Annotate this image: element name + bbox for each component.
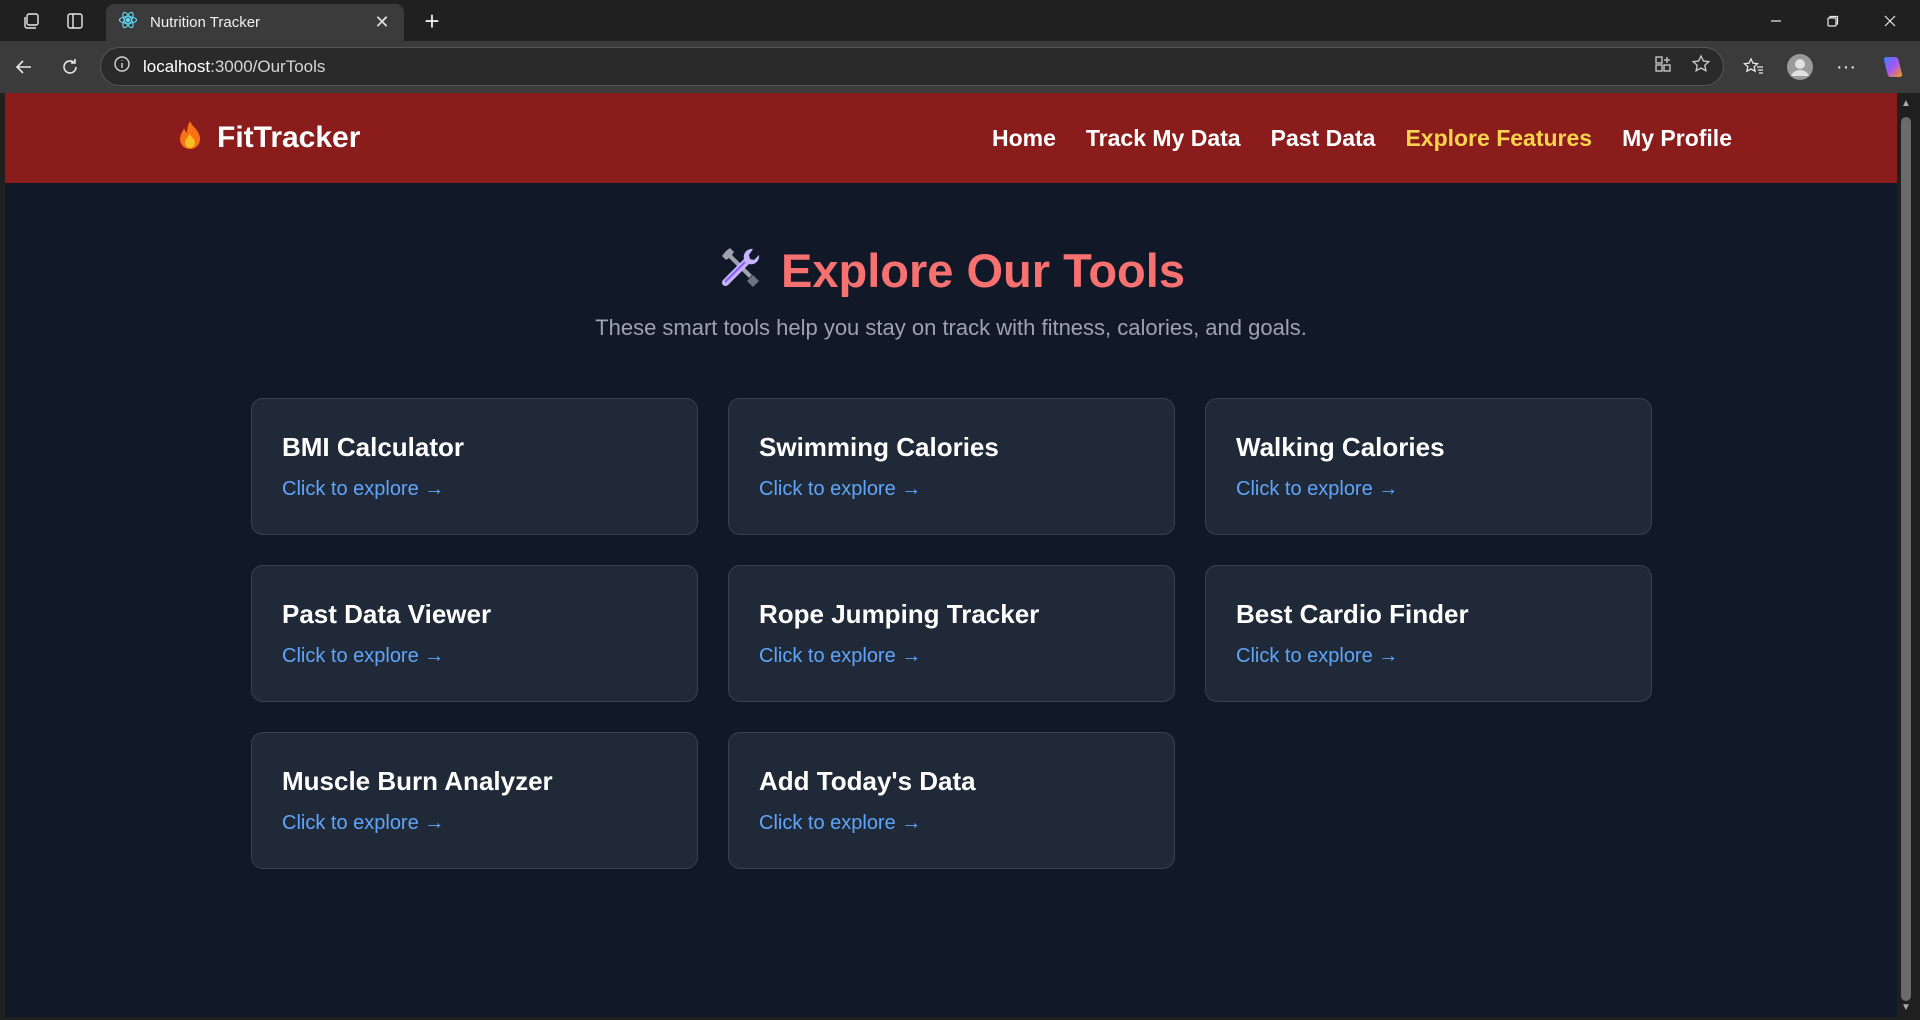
card-explore-link[interactable]: Click to explore → <box>759 478 921 501</box>
address-bar[interactable]: localhost:3000/OurTools <box>100 47 1724 86</box>
restore-icon[interactable] <box>1805 0 1861 41</box>
card-title: Rope Jumping Tracker <box>759 599 1040 629</box>
close-window-icon[interactable] <box>1862 0 1918 41</box>
copilot-icon[interactable] <box>1872 41 1912 93</box>
browser-tabstrip: Nutrition Tracker ✕ + <box>0 0 1920 41</box>
nav-link-track-my-data[interactable]: Track My Data <box>1086 125 1241 152</box>
browser-toolbar: localhost:3000/OurTools ··· <box>0 41 1920 93</box>
card-explore-link[interactable]: Click to explore → <box>282 478 444 501</box>
tool-card-best-cardio-finder[interactable]: Best Cardio Finder Click to explore → <box>1205 565 1652 702</box>
minimize-icon[interactable] <box>1748 0 1804 41</box>
card-explore-link[interactable]: Click to explore → <box>282 812 444 835</box>
page-scrollbar[interactable]: ▲ ▼ <box>1897 93 1915 1017</box>
page-title-text: Explore Our Tools <box>781 244 1185 297</box>
site-info-icon[interactable] <box>113 55 131 78</box>
profile-avatar-icon[interactable] <box>1780 41 1820 93</box>
tool-card-add-todays-data[interactable]: Add Today's Data Click to explore → <box>728 732 1175 869</box>
card-title: Swimming Calories <box>759 432 999 462</box>
card-title: Walking Calories <box>1236 432 1445 462</box>
card-explore-link[interactable]: Click to explore → <box>1236 645 1398 668</box>
page-viewport: FitTracker Home Track My Data Past Data … <box>5 93 1897 1017</box>
close-tab-icon[interactable]: ✕ <box>372 12 392 33</box>
tool-card-swimming-calories[interactable]: Swimming Calories Click to explore → <box>728 398 1175 535</box>
card-title: Muscle Burn Analyzer <box>282 766 553 796</box>
page-subtitle: These smart tools help you stay on track… <box>595 315 1307 340</box>
nav-link-explore-features[interactable]: Explore Features <box>1405 125 1592 152</box>
workspaces-icon[interactable] <box>16 0 46 41</box>
scroll-up-icon[interactable]: ▲ <box>1897 95 1915 111</box>
tool-card-rope-jumping-tracker[interactable]: Rope Jumping Tracker Click to explore → <box>728 565 1175 702</box>
tool-card-muscle-burn-analyzer[interactable]: Muscle Burn Analyzer Click to explore → <box>251 732 698 869</box>
card-title: Best Cardio Finder <box>1236 599 1469 629</box>
site-navbar: FitTracker Home Track My Data Past Data … <box>5 93 1897 183</box>
active-tab[interactable]: Nutrition Tracker ✕ <box>106 4 404 41</box>
nav-link-home[interactable]: Home <box>992 125 1056 152</box>
scroll-thumb[interactable] <box>1901 117 1911 1001</box>
tool-card-bmi-calculator[interactable]: BMI Calculator Click to explore → <box>251 398 698 535</box>
tab-title: Nutrition Tracker <box>150 14 261 31</box>
page-title: Explore Our Tools <box>5 243 1897 298</box>
refresh-icon[interactable] <box>50 41 90 93</box>
tool-card-walking-calories[interactable]: Walking Calories Click to explore → <box>1205 398 1652 535</box>
vertical-tabs-icon[interactable] <box>60 0 90 41</box>
card-explore-link[interactable]: Click to explore → <box>1236 478 1398 501</box>
more-options-icon[interactable]: ··· <box>1826 41 1866 93</box>
flame-icon <box>177 120 203 157</box>
nav-links: Home Track My Data Past Data Explore Fea… <box>992 93 1732 183</box>
nav-link-past-data[interactable]: Past Data <box>1271 125 1376 152</box>
brand[interactable]: FitTracker <box>177 93 360 183</box>
brand-name: FitTracker <box>217 121 361 154</box>
app-available-icon[interactable] <box>1653 54 1673 79</box>
card-title: BMI Calculator <box>282 432 465 462</box>
card-explore-link[interactable]: Click to explore → <box>759 812 921 835</box>
card-title: Add Today's Data <box>759 766 976 796</box>
url-text: localhost:3000/OurTools <box>143 56 326 76</box>
favorite-star-icon[interactable] <box>1691 54 1711 79</box>
scroll-down-icon[interactable]: ▼ <box>1897 999 1915 1015</box>
back-icon[interactable] <box>4 41 44 93</box>
favorites-icon[interactable] <box>1734 41 1774 93</box>
card-explore-link[interactable]: Click to explore → <box>282 645 444 668</box>
card-explore-link[interactable]: Click to explore → <box>759 645 921 668</box>
new-tab-button[interactable]: + <box>414 4 450 38</box>
card-title: Past Data Viewer <box>282 599 492 629</box>
tool-card-past-data-viewer[interactable]: Past Data Viewer Click to explore → <box>251 565 698 702</box>
react-favicon-icon <box>118 10 138 35</box>
nav-link-my-profile[interactable]: My Profile <box>1622 125 1732 152</box>
tools-icon <box>717 245 763 296</box>
